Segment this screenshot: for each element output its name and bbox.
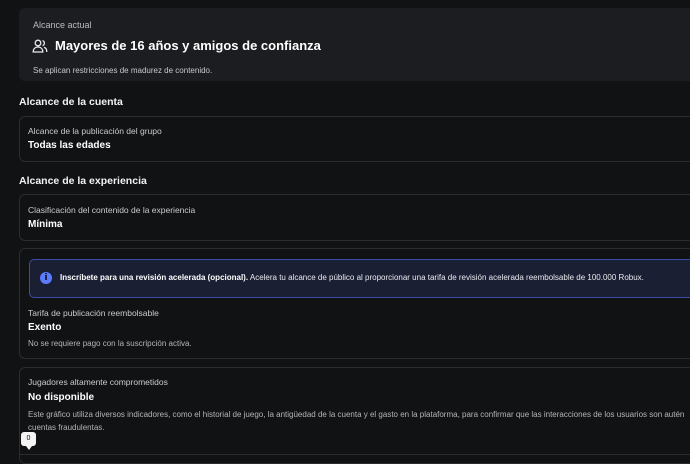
- info-icon: i: [40, 272, 52, 284]
- current-reach-description: Se aplican restricciones de madurez de c…: [33, 66, 213, 75]
- engaged-players-value: No disponible: [28, 392, 95, 403]
- content-rating-label: Clasificación del contenido de la experi…: [28, 205, 196, 215]
- experience-reach-heading: Alcance de la experiencia: [19, 175, 147, 187]
- engaged-players-note: Este gráfico utiliza diversos indicadore…: [28, 410, 685, 432]
- content-rating-box: Clasificación del contenido de la experi…: [19, 194, 690, 241]
- expedited-review-banner[interactable]: i Inscríbete para una revisión acelerada…: [29, 259, 690, 298]
- current-reach-card: Alcance actual Mayores de 16 años y amig…: [19, 8, 690, 81]
- expedited-review-text: Inscríbete para una revisión acelerada (…: [60, 273, 644, 282]
- engaged-players-box: Jugadores altamente comprometidos No dis…: [19, 367, 690, 464]
- current-reach-label: Alcance actual: [33, 20, 92, 30]
- content-rating-value: Mínima: [28, 219, 63, 230]
- expedited-review-box: i Inscríbete para una revisión acelerada…: [19, 248, 690, 359]
- fee-value: Exento: [28, 322, 62, 333]
- expedited-review-bold: Inscríbete para una revisión acelerada (…: [60, 273, 249, 282]
- slider-value-tooltip: 0: [21, 432, 36, 450]
- users-icon: [32, 39, 48, 53]
- group-publication-box: Alcance de la publicación del grupo Toda…: [19, 116, 690, 162]
- fee-note: No se requiere pago con la suscripción a…: [28, 339, 192, 348]
- fee-label: Tarifa de publicación reembolsable: [28, 308, 159, 318]
- group-publication-label: Alcance de la publicación del grupo: [28, 126, 162, 136]
- expedited-review-description: Acelera tu alcance de público al proporc…: [248, 273, 644, 282]
- divider: [19, 454, 690, 455]
- current-reach-title: Mayores de 16 años y amigos de confianza: [55, 38, 321, 53]
- group-publication-value: Todas las edades: [28, 140, 111, 151]
- engaged-players-label: Jugadores altamente comprometidos: [28, 377, 168, 387]
- account-reach-heading: Alcance de la cuenta: [19, 96, 123, 108]
